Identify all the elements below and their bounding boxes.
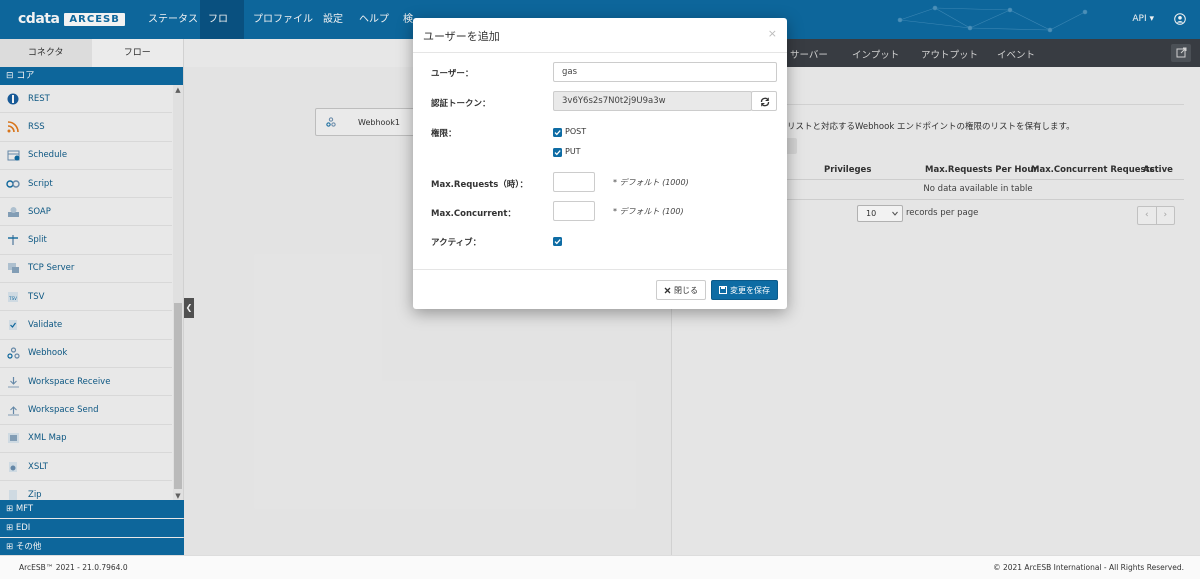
dialog-title: ユーザーを追加 — [423, 30, 500, 43]
check-icon — [554, 239, 561, 245]
max-concurrent-hint: * デフォルト (100) — [613, 207, 684, 216]
active-checkbox[interactable] — [553, 237, 562, 246]
save-icon — [719, 286, 727, 294]
post-label: POST — [565, 127, 587, 136]
privileges-label: 権限： — [431, 129, 457, 139]
refresh-icon — [760, 97, 770, 107]
save-button-label: 変更を保存 — [730, 285, 770, 295]
active-label: アクティブ： — [431, 238, 482, 248]
put-label: PUT — [565, 147, 581, 156]
max-requests-hint: * デフォルト (1000) — [613, 178, 689, 187]
max-concurrent-label: Max.Concurrent： — [431, 209, 516, 219]
check-icon — [554, 150, 561, 156]
user-label: ユーザー： — [431, 69, 474, 79]
user-input[interactable]: gas — [553, 62, 777, 82]
token-input[interactable]: 3v6Y6s2s7N0t2j9U9a3w — [553, 91, 752, 111]
close-button-label: 閉じる — [674, 285, 698, 295]
max-requests-label: Max.Requests（時）： — [431, 180, 529, 190]
dialog-header: ユーザーを追加 × — [413, 18, 787, 53]
check-icon — [554, 130, 561, 136]
save-button[interactable]: 変更を保存 — [711, 280, 778, 300]
app-footer: ArcESB™ 2021 - 21.0.7964.0 © 2021 ArcESB… — [0, 555, 1200, 579]
dialog-footer-divider — [413, 269, 787, 270]
add-user-dialog: ユーザーを追加 × ユーザー： gas 認証トークン： 3v6Y6s2s7N0t… — [413, 18, 787, 309]
version-text: ArcESB™ 2021 - 21.0.7964.0 — [19, 563, 128, 572]
copyright-text: © 2021 ArcESB International - All Rights… — [993, 563, 1184, 572]
close-button[interactable]: 閉じる — [656, 280, 706, 300]
close-icon — [664, 287, 671, 293]
token-label: 認証トークン： — [431, 99, 491, 109]
max-concurrent-input[interactable] — [553, 201, 595, 221]
put-checkbox[interactable] — [553, 148, 562, 157]
regenerate-token-button[interactable] — [751, 91, 777, 111]
post-checkbox[interactable] — [553, 128, 562, 137]
max-requests-input[interactable] — [553, 172, 595, 192]
close-icon[interactable]: × — [768, 27, 777, 40]
